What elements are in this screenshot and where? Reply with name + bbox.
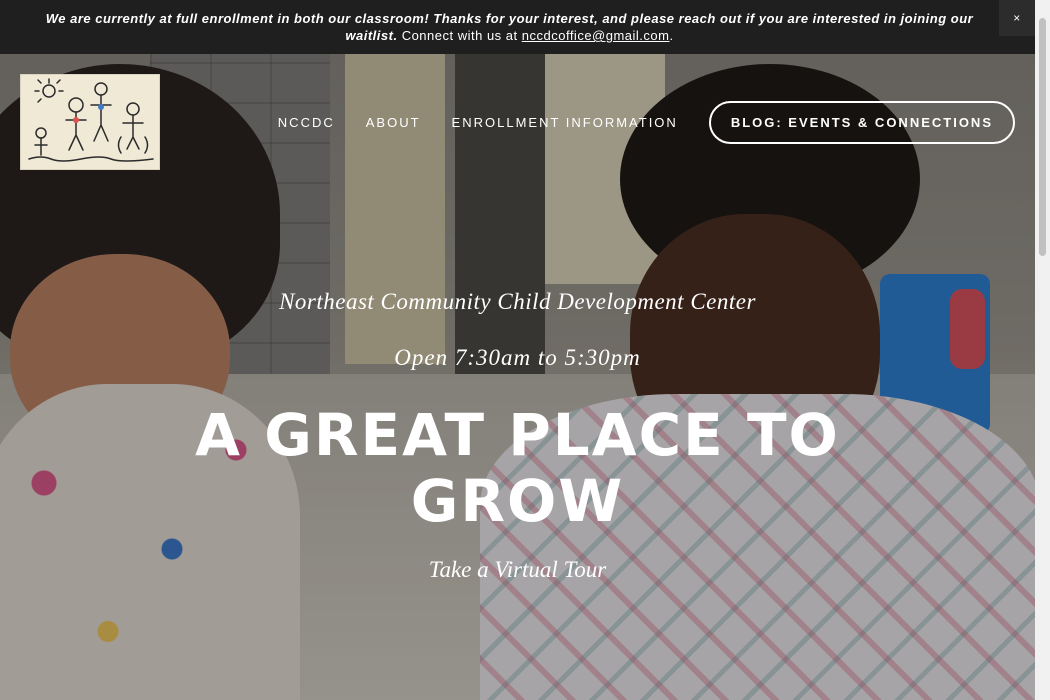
- scrollbar-thumb[interactable]: [1039, 18, 1046, 256]
- nav-item-nccdc[interactable]: NCCDC: [278, 115, 335, 130]
- site-logo[interactable]: [20, 74, 160, 170]
- close-announcement-button[interactable]: ×: [999, 0, 1035, 36]
- announcement-plain-text: Connect with us at: [397, 28, 522, 43]
- page-scrollbar[interactable]: [1035, 0, 1050, 700]
- blog-events-button[interactable]: BLOG: EVENTS & CONNECTIONS: [708, 101, 1015, 144]
- announcement-bar: We are currently at full enrollment in b…: [0, 0, 1035, 54]
- nav-item-about[interactable]: ABOUT: [366, 115, 421, 130]
- close-icon: ×: [1013, 10, 1021, 25]
- virtual-tour-link[interactable]: Take a Virtual Tour: [0, 557, 1035, 583]
- nav-item-enrollment[interactable]: ENROLLMENT INFORMATION: [452, 115, 678, 130]
- hero-headline: A GREAT PLACE TO GROW: [195, 401, 840, 535]
- hero-hours: Open 7:30am to 5:30pm: [394, 345, 641, 370]
- announcement-period: .: [669, 28, 674, 43]
- announcement-message: We are currently at full enrollment in b…: [40, 10, 979, 44]
- children-drawing-logo-icon: [28, 78, 154, 162]
- contact-email-link[interactable]: nccdcoffice@gmail.com: [522, 28, 670, 43]
- hero-subtitle: Northeast Community Child Development Ce…: [279, 289, 756, 314]
- main-navigation: NCCDC ABOUT ENROLLMENT INFORMATION BLOG:…: [278, 101, 1015, 144]
